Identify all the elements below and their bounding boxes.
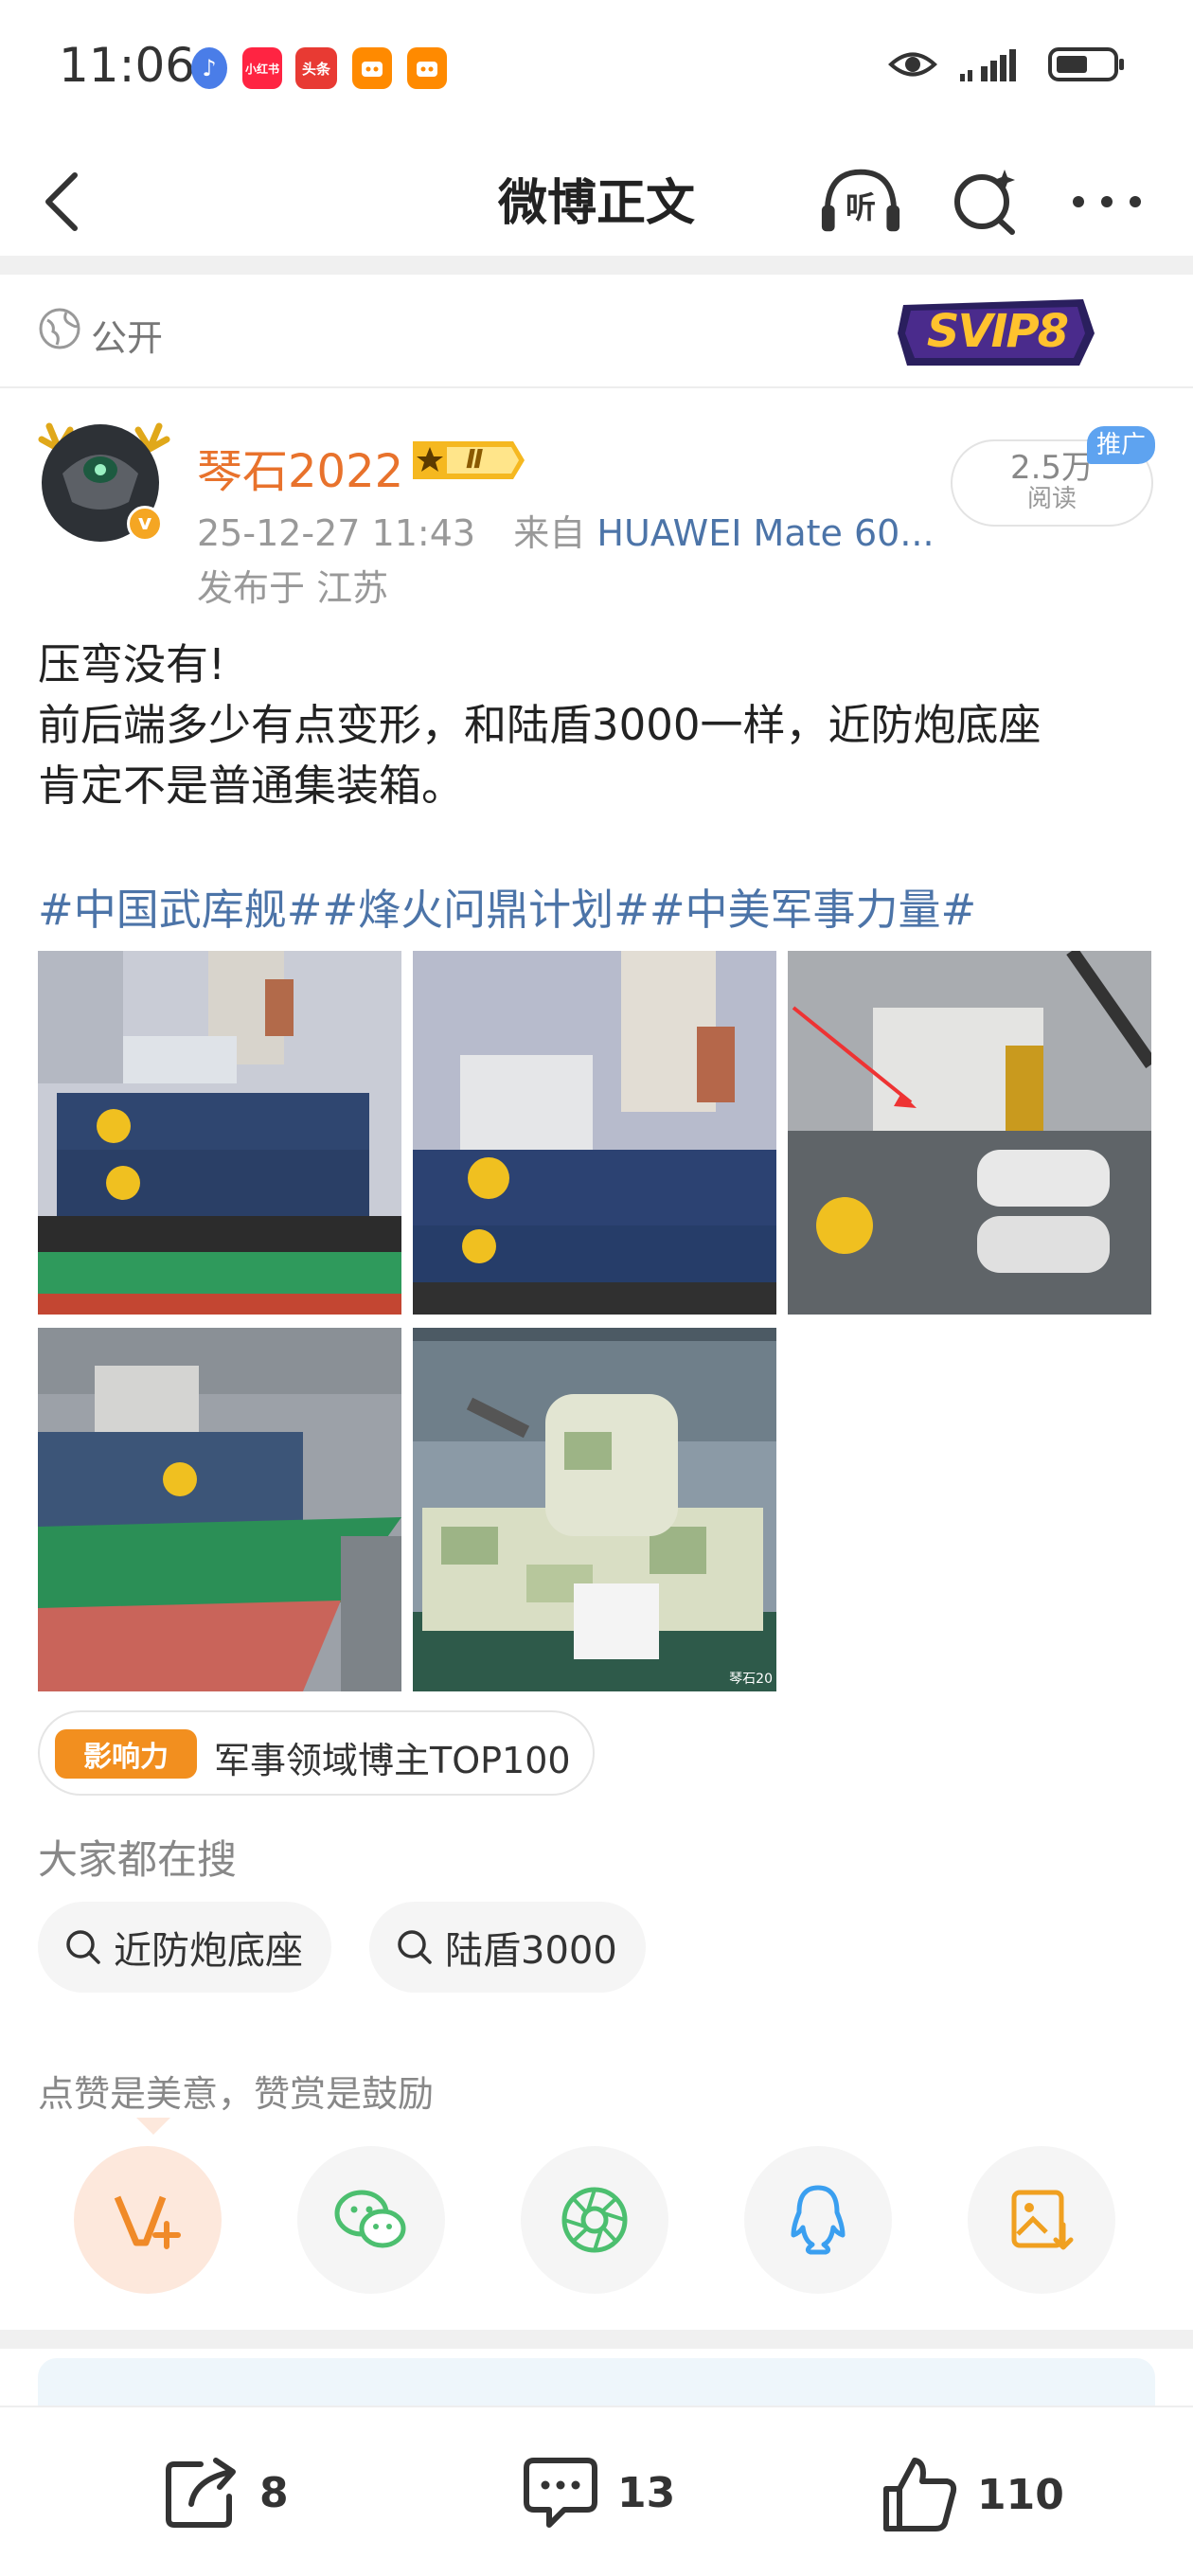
- post-photo-5[interactable]: 琴石20: [413, 1328, 776, 1691]
- svip-badge: SVIP8: [894, 295, 1100, 369]
- reward-button[interactable]: [74, 2146, 222, 2294]
- post-text: 压弯没有! 前后端多少有点变形，和陆盾3000一样，近防炮底座 肯定不是普通集装…: [38, 635, 1155, 816]
- member-level-badge[interactable]: Ⅱ: [409, 438, 526, 483]
- search-chip-2[interactable]: 陆盾3000: [369, 1902, 646, 1993]
- comment-count: 13: [617, 2468, 676, 2517]
- hashtag-links[interactable]: #中国武库舰##烽火问鼎计划##中美军事力量#: [38, 875, 976, 937]
- header-divider: [0, 256, 1193, 275]
- post-text-line: 肯定不是普通集装箱。: [38, 760, 465, 811]
- svip-badge-text: SVIP8: [926, 305, 1069, 358]
- post-source-link[interactable]: HUAWEI Mate 60...: [596, 512, 934, 554]
- xiaohongshu-app-icon: 小红书: [242, 47, 282, 89]
- post-text-line: 压弯没有!: [38, 639, 226, 689]
- influence-badge: 影响力: [55, 1729, 197, 1779]
- orange-app-icon-2: [407, 47, 447, 89]
- reward-text: 点赞是美意，赞赏是鼓励: [38, 2073, 435, 2115]
- post-location: 发布于 江苏: [197, 567, 389, 609]
- visibility-row: 公开 SVIP8: [0, 275, 1193, 388]
- comment-button[interactable]: 13: [521, 2455, 675, 2531]
- listen-label: 听: [846, 189, 877, 225]
- post-meta: 25-12-27 11:43 来自 HUAWEI Mate 60...: [197, 504, 935, 556]
- eye-icon: [888, 52, 937, 77]
- thumbs-up-icon: [883, 2458, 957, 2531]
- post-text-line: 前后端多少有点变形，和陆盾3000一样，近防炮底座: [38, 700, 1042, 750]
- status-right-group: [888, 45, 1127, 83]
- repost-icon: [166, 2458, 236, 2528]
- like-button[interactable]: 110: [881, 2455, 1064, 2534]
- moments-aperture-icon: [561, 2187, 628, 2253]
- listen-button[interactable]: 听: [818, 159, 903, 244]
- status-bar: 11:06 ♪ 小红书 头条: [0, 0, 1193, 133]
- toutiao-app-icon: 头条: [295, 47, 337, 89]
- post-photo-1[interactable]: [38, 951, 401, 1315]
- reward-pointer: [136, 2118, 170, 2135]
- nav-bar: 微博正文 听: [0, 133, 1193, 256]
- more-button[interactable]: [1064, 159, 1149, 244]
- section-divider: [0, 2330, 1193, 2349]
- author-avatar[interactable]: v: [38, 417, 170, 542]
- photo-watermark: 琴石20: [729, 1672, 773, 1687]
- search-chip-1[interactable]: 近防炮底座: [38, 1902, 331, 1993]
- verified-badge-icon: v: [127, 506, 163, 542]
- promo-badge[interactable]: 推广: [1087, 426, 1155, 464]
- share-moments-button[interactable]: [521, 2146, 668, 2294]
- member-level-text: Ⅱ: [466, 443, 484, 474]
- post-photo-3[interactable]: [788, 951, 1151, 1315]
- search-spark-icon: [954, 170, 1015, 235]
- signal-icon: [960, 49, 1016, 81]
- globe-icon: [39, 308, 80, 349]
- post-photo-2[interactable]: [413, 951, 776, 1315]
- music-app-icon: ♪: [191, 47, 227, 89]
- influence-text: 军事领域博主TOP100: [214, 1740, 571, 1781]
- status-time: 11:06: [59, 38, 196, 93]
- search-chip-label: 近防炮底座: [114, 1929, 303, 1973]
- more-dots-icon: [1073, 196, 1141, 207]
- search-icon: [398, 1930, 432, 1964]
- influence-tag[interactable]: 影响力 军事领域博主TOP100: [38, 1710, 595, 1796]
- save-image-button[interactable]: [968, 2146, 1115, 2294]
- share-qq-button[interactable]: [744, 2146, 892, 2294]
- search-chip-label: 陆盾3000: [445, 1929, 617, 1973]
- orange-app-icon: [352, 47, 392, 89]
- repost-count: 8: [259, 2468, 289, 2517]
- like-count: 110: [977, 2470, 1064, 2519]
- author-name[interactable]: 琴石2022: [197, 434, 403, 500]
- visibility-label: 公开: [91, 317, 164, 359]
- bottom-toolbar: 8 13 110: [0, 2406, 1193, 2576]
- share-wechat-button[interactable]: [297, 2146, 445, 2294]
- qq-penguin-icon: [791, 2185, 846, 2255]
- next-card-peek: [38, 2358, 1155, 2406]
- battery-icon: [1048, 47, 1124, 81]
- read-label: 阅读: [1026, 485, 1077, 513]
- comment-icon: [524, 2458, 597, 2528]
- repost-button[interactable]: 8: [163, 2455, 289, 2531]
- post-photo-4[interactable]: [38, 1328, 401, 1691]
- search-icon: [66, 1930, 100, 1964]
- image-download-icon: [1011, 2190, 1074, 2250]
- reward-v-plus-icon: [114, 2195, 181, 2249]
- source-prefix: 来自: [513, 512, 586, 554]
- post-time: 25-12-27 11:43: [197, 512, 476, 554]
- search-button[interactable]: [943, 159, 1028, 244]
- trending-search-title: 大家都在搜: [38, 1836, 238, 1883]
- wechat-icon: [334, 2190, 406, 2248]
- influence-badge-text: 影响力: [83, 1741, 169, 1774]
